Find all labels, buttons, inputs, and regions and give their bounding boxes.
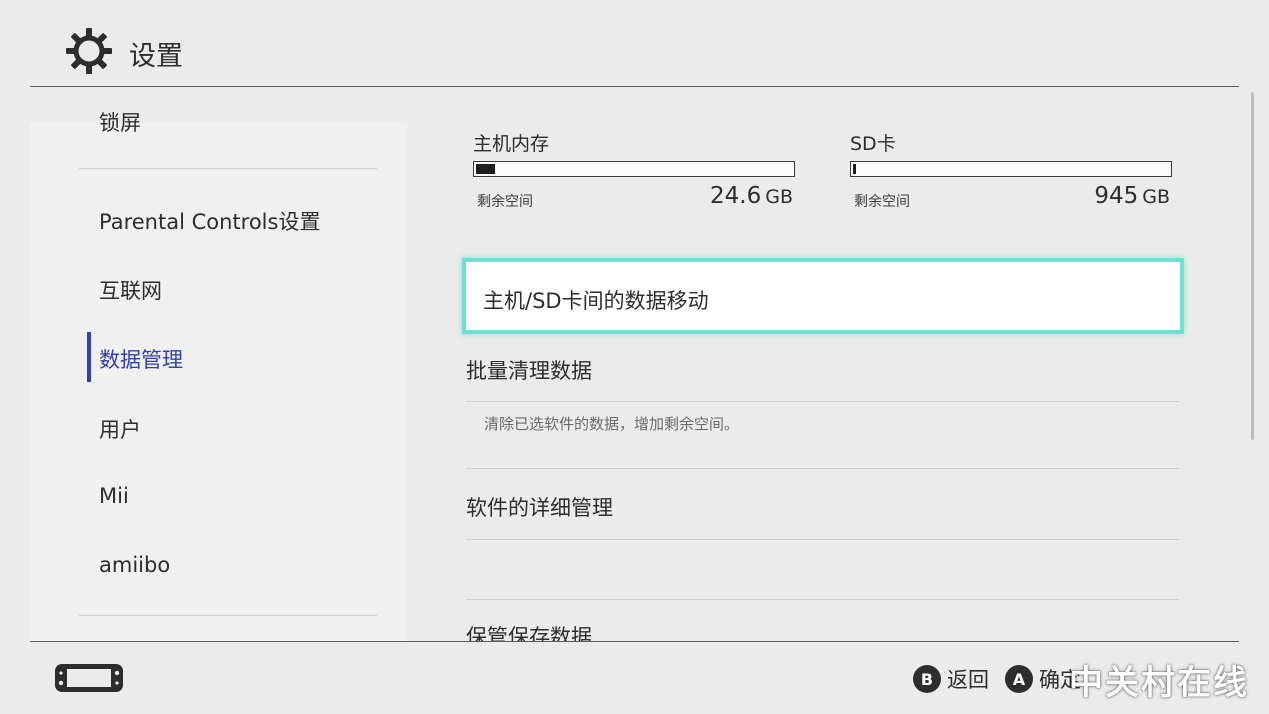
b-button-icon: B: [913, 665, 941, 693]
console-storage: 主机内存 剩余空间 24.6 GB: [473, 87, 803, 210]
menu-divider: [466, 539, 1179, 540]
header: 设置: [0, 0, 1269, 87]
storage-label: 主机内存: [473, 133, 550, 155]
menu-item-description: 清除已选软件的数据，增加剩余空间。: [484, 415, 740, 433]
footer-hints: B 返回 A 确定 中关村在线: [913, 656, 1249, 703]
sd-storage: SD卡 剩余空间 945 GB: [850, 87, 1180, 210]
sidebar-item-users[interactable]: 用户: [99, 414, 141, 444]
sidebar-item-mii[interactable]: Mii: [99, 484, 129, 508]
console-icon: [55, 664, 123, 692]
storage-label: SD卡: [850, 133, 896, 155]
menu-item-save-data-cloud[interactable]: 保管保存数据: [466, 621, 1179, 641]
sidebar-panel: [30, 123, 407, 641]
free-space-label: 剩余空间: [477, 194, 533, 210]
sidebar-active-indicator: [87, 332, 91, 382]
sidebar-item-data-management[interactable]: 数据管理: [99, 344, 183, 374]
menu-divider: [466, 599, 1179, 600]
watermark: 中关村在线: [1069, 662, 1249, 703]
back-hint[interactable]: B 返回: [913, 664, 989, 694]
menu-item-label: 主机/SD卡间的数据移动: [483, 289, 709, 313]
footer-divider: [30, 641, 1239, 642]
sidebar-item-internet[interactable]: 互联网: [99, 275, 162, 305]
a-button-icon: A: [1005, 665, 1033, 693]
menu-item-software-management[interactable]: 软件的详细管理: [466, 492, 1179, 522]
sidebar-item-amiibo[interactable]: amiibo: [99, 553, 170, 577]
free-space-value: 24.6 GB: [710, 183, 793, 209]
sidebar-divider: [79, 615, 377, 616]
gear-icon: [66, 28, 112, 74]
menu-divider: [466, 401, 1179, 402]
main-content: 主机内存 剩余空间 24.6 GB SD卡 剩余空间 945 GB 主机/SD卡间的…: [407, 87, 1245, 641]
sidebar: 锁屏 Parental Controls设置 互联网 数据管理 用户 Mii a…: [30, 87, 407, 641]
free-space-label: 剩余空间: [854, 194, 910, 210]
menu-item-move-data[interactable]: 主机/SD卡间的数据移动: [462, 258, 1184, 334]
storage-bar-fill: [476, 164, 495, 174]
free-space-value: 945 GB: [1094, 183, 1170, 209]
back-label: 返回: [947, 668, 989, 692]
sidebar-divider: [79, 168, 377, 169]
scrollbar[interactable]: [1251, 92, 1254, 440]
storage-bar: [850, 161, 1172, 177]
storage-bar: [473, 161, 795, 177]
menu-item-batch-cleanup[interactable]: 批量清理数据: [466, 355, 1179, 385]
sidebar-item-lock-screen[interactable]: 锁屏: [99, 107, 141, 137]
menu-divider: [466, 468, 1179, 469]
page-title: 设置: [129, 41, 183, 72]
storage-bar-fill: [853, 164, 857, 174]
sidebar-item-parental-controls[interactable]: Parental Controls设置: [99, 206, 320, 236]
